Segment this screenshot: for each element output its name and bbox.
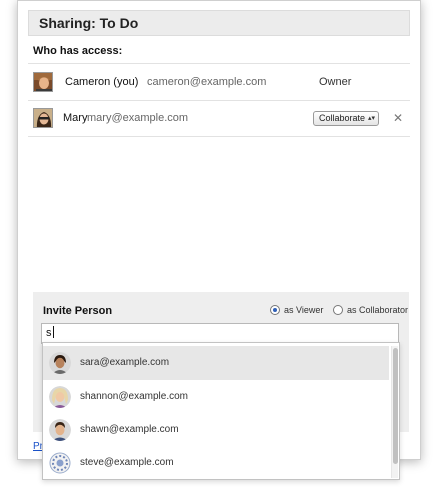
access-heading: Who has access: [33, 45, 123, 57]
remove-access-close-icon[interactable]: ✕ [393, 111, 403, 125]
divider [28, 136, 410, 137]
avatar [49, 419, 71, 441]
dropdown-scrollbar[interactable] [391, 346, 398, 478]
viewer-radio[interactable] [270, 305, 280, 315]
access-row-mary: Mary mary@example.com Collaborate ▴▾ ✕ [28, 101, 410, 137]
suggestion-email: shawn@example.com [80, 424, 179, 435]
viewer-radio-label[interactable]: as Viewer [284, 305, 323, 315]
collaborator-radio-label[interactable]: as Collaborator [347, 305, 408, 315]
avatar [33, 72, 53, 92]
avatar [49, 386, 71, 408]
collaborator-radio[interactable] [333, 305, 343, 315]
access-row-owner: Cameron (you) cameron@example.com Owner [28, 64, 410, 100]
avatar [49, 352, 71, 374]
dialog-title: Sharing: To Do [39, 15, 139, 31]
suggestions-dropdown: sara@example.com shannon@example.com sha… [42, 342, 400, 480]
dialog-title-bar: Sharing: To Do [28, 10, 410, 36]
person-name: Mary [63, 112, 88, 124]
role-owner: Owner [319, 76, 352, 88]
role-select-value: Collaborate [319, 113, 366, 123]
person-email: cameron@example.com [147, 76, 267, 88]
default-avatar-icon [49, 452, 71, 474]
text-caret [52, 326, 54, 338]
person-name: Cameron (you) [65, 76, 139, 88]
role-select[interactable]: Collaborate ▴▾ [313, 111, 379, 126]
invite-email-input[interactable]: s [41, 323, 399, 344]
suggestion-email: sara@example.com [80, 357, 170, 368]
suggestion-item[interactable]: sara@example.com [43, 346, 389, 380]
invite-input-value: s [46, 327, 52, 339]
suggestion-item[interactable]: shannon@example.com [43, 380, 389, 414]
suggestion-item[interactable]: steve@example.com [43, 446, 389, 479]
suggestion-email: shannon@example.com [80, 391, 188, 402]
person-email: mary@example.com [87, 112, 189, 124]
scrollbar-thumb[interactable] [393, 348, 398, 464]
select-arrows-icon: ▴▾ [367, 115, 375, 122]
suggestion-item[interactable]: shawn@example.com [43, 413, 389, 447]
invite-title: Invite Person [43, 305, 113, 317]
suggestion-email: steve@example.com [80, 457, 174, 468]
avatar [33, 108, 53, 128]
